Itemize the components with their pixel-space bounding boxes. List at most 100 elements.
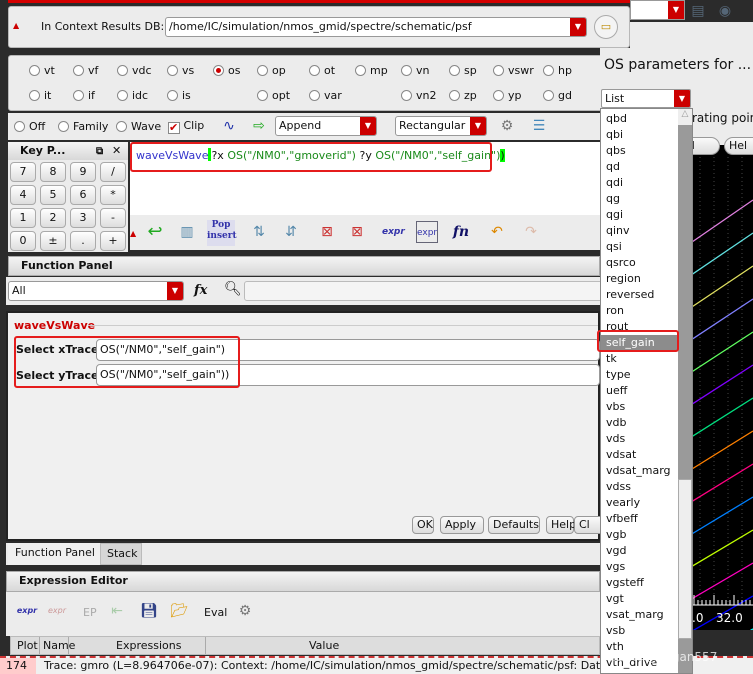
key-2[interactable]: 9 xyxy=(70,162,96,182)
scrollbar-thumb[interactable] xyxy=(678,479,692,639)
search-icon[interactable]: 🔍︎ xyxy=(224,281,242,297)
function-ok-button[interactable]: OK xyxy=(412,516,434,534)
column-plot[interactable]: Plot xyxy=(17,639,38,652)
delete-expr-icon[interactable]: expr xyxy=(46,600,68,622)
radio-op[interactable]: op xyxy=(257,64,286,77)
function-list-icon[interactable]: fn xyxy=(450,221,472,243)
os-param-vdsat_marg[interactable]: vdsat_marg xyxy=(601,463,678,479)
collapse-icon[interactable]: ▲ xyxy=(13,21,19,30)
os-param-qbs[interactable]: qbs xyxy=(601,143,678,159)
function-search-input[interactable] xyxy=(244,281,604,301)
radio-yp[interactable]: yp xyxy=(493,89,522,102)
os-param-vgb[interactable]: vgb xyxy=(601,527,678,543)
radio-hp[interactable]: hp xyxy=(543,64,572,77)
delete-icon[interactable]: ⊠ xyxy=(316,221,338,243)
os-param-ron[interactable]: ron xyxy=(601,303,678,319)
save-icon[interactable]: 💾︎ xyxy=(138,600,160,622)
family-radio[interactable]: Family xyxy=(58,120,108,133)
tab-function-panel[interactable]: Function Panel xyxy=(8,543,100,565)
key-9[interactable]: 2 xyxy=(40,208,66,228)
help-button[interactable]: Hel xyxy=(724,137,753,155)
key-14[interactable]: . xyxy=(70,231,96,251)
new-expr-icon[interactable]: expr xyxy=(16,600,38,622)
save-window-icon[interactable]: ▤ xyxy=(687,0,709,22)
key-15[interactable]: + xyxy=(100,231,126,251)
close-icon[interactable]: ✕ xyxy=(112,142,121,160)
key-7[interactable]: * xyxy=(100,185,126,205)
radio-mp[interactable]: mp xyxy=(355,64,388,77)
os-param-tk[interactable]: tk xyxy=(601,351,678,367)
os-param-qsrco[interactable]: qsrco xyxy=(601,255,678,271)
function-help-button[interactable]: Help xyxy=(546,516,576,534)
os-param-qsi[interactable]: qsi xyxy=(601,239,678,255)
radio-vt[interactable]: vt xyxy=(29,64,55,77)
radio-it[interactable]: it xyxy=(29,89,51,102)
results-db-path-combo[interactable]: /home/IC/simulation/nmos_gmid/spectre/sc… xyxy=(165,17,587,37)
function-filter-combo[interactable]: All ▼ xyxy=(8,281,184,301)
expr-table-icon[interactable]: expr xyxy=(416,221,438,243)
eval-button[interactable]: Eval xyxy=(204,606,227,619)
radio-vn2[interactable]: vn2 xyxy=(401,89,436,102)
key-0[interactable]: 7 xyxy=(10,162,36,182)
radio-vswr[interactable]: vswr xyxy=(493,64,534,77)
float-icon[interactable]: ⧉ xyxy=(96,143,103,161)
radio-vdc[interactable]: vdc xyxy=(117,64,152,77)
key-4[interactable]: 4 xyxy=(10,185,36,205)
settings-gear-icon[interactable]: ⚙ xyxy=(234,600,256,622)
view-icon[interactable]: ◉ xyxy=(714,0,736,22)
os-param-vgs[interactable]: vgs xyxy=(601,559,678,575)
os-param-type[interactable]: type xyxy=(601,367,678,383)
move-up-icon[interactable]: ▥ xyxy=(176,221,198,243)
os-param-vgd[interactable]: vgd xyxy=(601,543,678,559)
column-value[interactable]: Value xyxy=(309,639,339,652)
key-1[interactable]: 8 xyxy=(40,162,66,182)
enter-icon[interactable]: ↩ xyxy=(144,221,166,243)
os-param-vgsteff[interactable]: vgsteff xyxy=(601,575,678,591)
os-param-vsat_marg[interactable]: vsat_marg xyxy=(601,607,678,623)
redo-icon[interactable]: ↷ xyxy=(520,221,542,243)
key-8[interactable]: 1 xyxy=(10,208,36,228)
os-param-vearly[interactable]: vearly xyxy=(601,495,678,511)
open-folder-icon[interactable]: 📂︎ xyxy=(168,600,190,622)
os-param-vdb[interactable]: vdb xyxy=(601,415,678,431)
radio-vf[interactable]: vf xyxy=(73,64,98,77)
top-right-combo[interactable]: ▼ xyxy=(630,0,685,20)
os-param-qbi[interactable]: qbi xyxy=(601,127,678,143)
add-expr-icon[interactable]: expr xyxy=(382,221,405,243)
clip-checkbox[interactable]: ✔ Clip xyxy=(168,119,204,134)
os-param-vgt[interactable]: vgt xyxy=(601,591,678,607)
os-param-qbd[interactable]: qbd xyxy=(601,111,678,127)
os-param-qd[interactable]: qd xyxy=(601,159,678,175)
list-scrollbar[interactable]: △ xyxy=(678,109,692,673)
radio-zp[interactable]: zp xyxy=(449,89,477,102)
column-expressions[interactable]: Expressions xyxy=(116,639,181,652)
settings-gear-icon[interactable]: ⚙ xyxy=(496,115,518,137)
radio-idc[interactable]: idc xyxy=(117,89,148,102)
fx-icon[interactable]: fx xyxy=(194,283,207,298)
undo-icon[interactable]: ↶ xyxy=(486,221,508,243)
pop-insert-button[interactable]: Pop insert xyxy=(207,220,237,246)
scroll-up-icon[interactable]: △ xyxy=(678,109,692,125)
radio-if[interactable]: if xyxy=(73,89,95,102)
radio-vn[interactable]: vn xyxy=(401,64,429,77)
clear-all-icon[interactable]: ⊠ xyxy=(346,221,368,243)
plot-type-combo[interactable]: Rectangular ▼ xyxy=(395,116,487,136)
key-5[interactable]: 5 xyxy=(40,185,66,205)
os-param-vfbeff[interactable]: vfbeff xyxy=(601,511,678,527)
key-12[interactable]: 0 xyxy=(10,231,36,251)
radio-os[interactable]: os xyxy=(213,64,240,77)
os-param-qg[interactable]: qg xyxy=(601,191,678,207)
radio-vs[interactable]: vs xyxy=(167,64,194,77)
radio-gd[interactable]: gd xyxy=(543,89,572,102)
radio-is[interactable]: is xyxy=(167,89,191,102)
swap-down-icon[interactable]: ⇅ xyxy=(248,221,270,243)
os-param-vsb[interactable]: vsb xyxy=(601,623,678,639)
os-param-qdi[interactable]: qdi xyxy=(601,175,678,191)
radio-ot[interactable]: ot xyxy=(309,64,335,77)
radio-var[interactable]: var xyxy=(309,89,342,102)
os-param-region[interactable]: region xyxy=(601,271,678,287)
plot-mode-combo[interactable]: Append ▼ xyxy=(275,116,377,136)
wave-radio[interactable]: Wave xyxy=(116,120,161,133)
swap-up-icon[interactable]: ⇵ xyxy=(280,221,302,243)
waveform-plot[interactable]: .0 32.0 xyxy=(691,145,753,665)
